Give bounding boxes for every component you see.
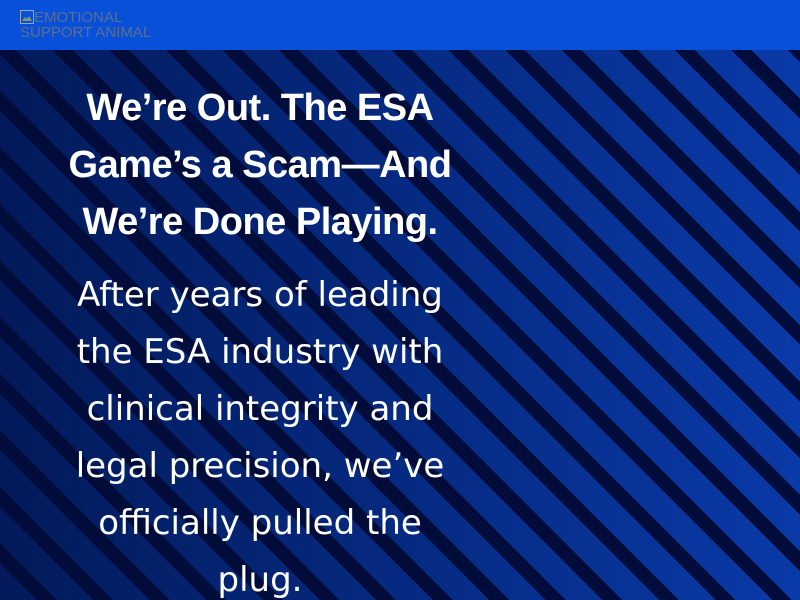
site-logo-link[interactable]: EMOTIONAL SUPPORT ANIMAL (20, 10, 180, 42)
hero-content: We’re Out. The ESA Game’s a Scam—And We’… (50, 80, 470, 600)
hero-body-text: After years of leading the ESA industry … (75, 275, 445, 600)
site-header: EMOTIONAL SUPPORT ANIMAL (0, 0, 800, 50)
hero-title: We’re Out. The ESA Game’s a Scam—And We’… (68, 87, 452, 243)
logo-alt-text: EMOTIONAL SUPPORT ANIMAL (20, 10, 152, 41)
broken-image-icon (20, 10, 34, 24)
hero-section: We’re Out. The ESA Game’s a Scam—And We’… (0, 50, 800, 600)
